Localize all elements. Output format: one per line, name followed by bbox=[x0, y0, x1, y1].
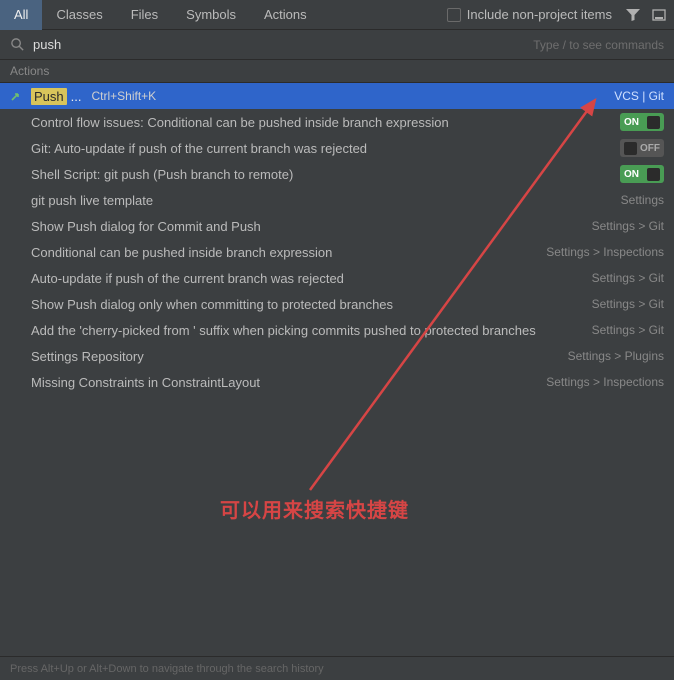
blank-icon bbox=[10, 244, 26, 260]
blank-icon bbox=[10, 140, 26, 156]
toggle-switch[interactable]: OFF bbox=[620, 139, 664, 157]
result-tail: ON bbox=[620, 165, 664, 183]
blank-icon bbox=[10, 322, 26, 338]
result-label: Push...Ctrl+Shift+K bbox=[31, 88, 614, 105]
checkbox-label: Include non-project items bbox=[467, 7, 612, 22]
tab-actions[interactable]: Actions bbox=[250, 0, 321, 30]
tab-classes[interactable]: Classes bbox=[42, 0, 116, 30]
blank-icon bbox=[10, 218, 26, 234]
search-icon bbox=[10, 37, 25, 52]
annotation-text: 可以用来搜索快捷键 bbox=[220, 494, 409, 523]
highlight-text: Push bbox=[31, 88, 67, 105]
result-label: Show Push dialog only when committing to… bbox=[31, 297, 592, 312]
result-label: Settings Repository bbox=[31, 349, 568, 364]
checkbox-icon bbox=[447, 8, 461, 22]
result-tail: Settings bbox=[621, 193, 664, 207]
result-label: Show Push dialog for Commit and Push bbox=[31, 219, 592, 234]
result-row[interactable]: Show Push dialog only when committing to… bbox=[0, 291, 674, 317]
blank-icon bbox=[10, 166, 26, 182]
search-hint: Type / to see commands bbox=[533, 38, 664, 52]
blank-icon bbox=[10, 374, 26, 390]
footer-hint: Press Alt+Up or Alt+Down to navigate thr… bbox=[0, 656, 674, 680]
result-row[interactable]: git push live templateSettings bbox=[0, 187, 674, 213]
result-row[interactable]: Auto-update if push of the current branc… bbox=[0, 265, 674, 291]
blank-icon bbox=[10, 192, 26, 208]
section-header: Actions bbox=[0, 60, 674, 83]
result-label: Control flow issues: Conditional can be … bbox=[31, 115, 620, 130]
shortcut-text: Ctrl+Shift+K bbox=[91, 89, 156, 103]
tab-symbols[interactable]: Symbols bbox=[172, 0, 250, 30]
result-row[interactable]: Add the 'cherry-picked from ' suffix whe… bbox=[0, 317, 674, 343]
result-row[interactable]: Missing Constraints in ConstraintLayoutS… bbox=[0, 369, 674, 395]
result-row[interactable]: Git: Auto-update if push of the current … bbox=[0, 135, 674, 161]
result-tail: VCS | Git bbox=[614, 89, 664, 103]
include-nonproject-checkbox[interactable]: Include non-project items bbox=[447, 7, 612, 22]
toggle-switch[interactable]: ON bbox=[620, 165, 664, 183]
result-label: git push live template bbox=[31, 193, 621, 208]
result-row[interactable]: Show Push dialog for Commit and PushSett… bbox=[0, 213, 674, 239]
result-row[interactable]: Shell Script: git push (Push branch to r… bbox=[0, 161, 674, 187]
tab-bar: AllClassesFilesSymbolsActions Include no… bbox=[0, 0, 674, 30]
blank-icon bbox=[10, 348, 26, 364]
result-tail: Settings > Inspections bbox=[546, 375, 664, 389]
result-label: Auto-update if push of the current branc… bbox=[31, 271, 592, 286]
result-tail: Settings > Inspections bbox=[546, 245, 664, 259]
blank-icon bbox=[10, 114, 26, 130]
result-tail: Settings > Git bbox=[592, 271, 664, 285]
pin-window-icon[interactable] bbox=[648, 4, 670, 26]
blank-icon bbox=[10, 270, 26, 286]
search-input[interactable] bbox=[33, 37, 533, 52]
result-label: Git: Auto-update if push of the current … bbox=[31, 141, 620, 156]
search-bar: Type / to see commands bbox=[0, 30, 674, 60]
result-row[interactable]: Control flow issues: Conditional can be … bbox=[0, 109, 674, 135]
result-tail: Settings > Plugins bbox=[568, 349, 664, 363]
result-tail: Settings > Git bbox=[592, 323, 664, 337]
result-label: Add the 'cherry-picked from ' suffix whe… bbox=[31, 323, 592, 338]
result-label: Shell Script: git push (Push branch to r… bbox=[31, 167, 620, 182]
result-tail: ON bbox=[620, 113, 664, 131]
result-row[interactable]: Push...Ctrl+Shift+KVCS | Git bbox=[0, 83, 674, 109]
result-tail: Settings > Git bbox=[592, 297, 664, 311]
result-label: Conditional can be pushed inside branch … bbox=[31, 245, 546, 260]
blank-icon bbox=[10, 296, 26, 312]
tab-all[interactable]: All bbox=[0, 0, 42, 30]
tab-files[interactable]: Files bbox=[117, 0, 172, 30]
result-row[interactable]: Settings RepositorySettings > Plugins bbox=[0, 343, 674, 369]
filter-icon[interactable] bbox=[622, 4, 644, 26]
result-tail: OFF bbox=[620, 139, 664, 157]
result-row[interactable]: Conditional can be pushed inside branch … bbox=[0, 239, 674, 265]
action-run-icon bbox=[10, 88, 26, 104]
toggle-switch[interactable]: ON bbox=[620, 113, 664, 131]
result-tail: Settings > Git bbox=[592, 219, 664, 233]
result-label: Missing Constraints in ConstraintLayout bbox=[31, 375, 546, 390]
results-list: Push...Ctrl+Shift+KVCS | Git Control flow… bbox=[0, 83, 674, 395]
